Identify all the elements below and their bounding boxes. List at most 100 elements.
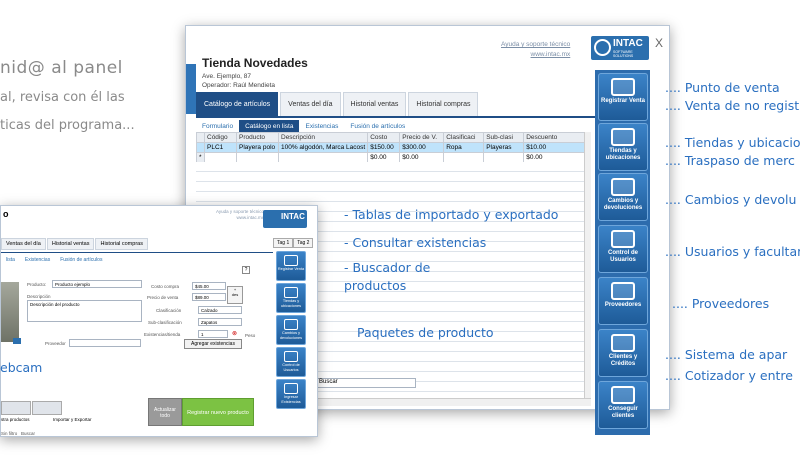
intro-line-2: al, revisa con él las <box>0 90 125 105</box>
add-stock-button[interactable]: Agregar existencias <box>184 339 242 349</box>
annotation-existencias: - Consultar existencias <box>344 235 487 250</box>
prev-button[interactable] <box>1 401 31 415</box>
col-costo[interactable]: Costo <box>367 132 401 143</box>
handshake-icon <box>611 386 635 404</box>
annotation-usuarios: .... Usuarios y facultam <box>665 244 800 259</box>
truck-icon <box>611 282 635 300</box>
store-operator: Operador: Raúl Mendieta <box>202 82 275 89</box>
small-subtabs: lista Existencias Fusión de artículos <box>6 257 103 263</box>
annotation-paquetes: Paquetes de producto <box>357 325 494 340</box>
col-clasificacion[interactable]: Clasificaci <box>443 132 485 143</box>
tab-ventas-dia[interactable]: Ventas del día <box>280 92 341 116</box>
register-product-button[interactable]: Registrar nuevo producto <box>182 398 254 426</box>
help-button[interactable]: ? <box>242 266 250 274</box>
annotation-punto-venta: .... Punto de venta <box>665 80 780 95</box>
col-producto[interactable]: Producto <box>236 132 279 143</box>
stock-field[interactable]: 1 <box>198 330 228 338</box>
store-address: Ave. Ejemplo, 87 <box>202 73 252 80</box>
small-top-links: Ayuda y soporte técnico www.intac.mx <box>216 209 264 220</box>
annotation-tiendas: .... Tiendas y ubicacio <box>665 135 800 150</box>
cambiar-tab[interactable]: Cambiar <box>166 64 196 114</box>
tab-historial-ventas[interactable]: Historial ventas <box>46 238 95 250</box>
top-links: Ayuda y soporte técnico www.intac.mx <box>501 40 570 60</box>
camera-icon[interactable] <box>13 338 21 344</box>
refresh-all-button[interactable]: Actualizar todo <box>148 398 182 426</box>
nav-control-usuarios[interactable]: Control de Usuarios <box>276 347 306 377</box>
annotation-webcam: ebcam <box>0 360 43 375</box>
user-lock-icon <box>284 351 298 362</box>
tab-historial-compras[interactable]: Historial compras <box>95 238 148 250</box>
filter-search-input[interactable]: Buscar <box>316 378 416 388</box>
classification-select[interactable]: Calzado <box>198 306 242 314</box>
remove-icon[interactable]: ⊗ <box>232 330 237 337</box>
price-field[interactable]: $89.00 <box>192 293 226 301</box>
exchange-icon <box>611 178 635 196</box>
intro-line-3: ticas del programa... <box>0 118 135 133</box>
cash-register-icon <box>611 78 635 96</box>
nav-registrar-venta[interactable]: Registrar Venta <box>598 73 648 121</box>
tab-historial-ventas[interactable]: Historial ventas <box>342 92 407 116</box>
nav-registrar-venta[interactable]: Registrar Venta <box>276 251 306 281</box>
annotation-apartado: .... Sistema de apar <box>665 347 788 362</box>
cost-field[interactable]: $45.00 <box>192 282 226 290</box>
annotation-proveedores: .... Proveedores <box>672 296 770 311</box>
nav-cambios[interactable]: Cambios y devoluciones <box>276 315 306 345</box>
nav-ingresar-existencias[interactable]: Ingresar Existencias <box>276 379 306 409</box>
annotation-cotizador: .... Cotizador y entre <box>665 368 793 383</box>
col-precio[interactable]: Precio de V. <box>399 132 445 143</box>
nav-tiendas[interactable]: Tiendas y ubicaciones <box>276 283 306 313</box>
new-row-icon: * <box>196 152 205 163</box>
table-row[interactable]: * $0.00 $0.00 $0.00 <box>196 152 591 163</box>
nav-cambios[interactable]: Cambios y devoluciones <box>598 173 648 221</box>
annotation-tablas: - Tablas de importado y exportado <box>344 207 559 222</box>
description-field[interactable]: Descripción del producto <box>27 300 142 322</box>
col-codigo[interactable]: Código <box>204 132 237 143</box>
nav-control-usuarios[interactable]: Control de Usuarios <box>598 225 648 273</box>
annotation-traspaso: .... Traspaso de merc <box>665 153 795 168</box>
col-descripcion[interactable]: Descripción <box>277 132 369 143</box>
product-photo <box>1 282 19 342</box>
website-link[interactable]: www.intac.mx <box>501 50 571 60</box>
window-title: o <box>3 209 9 219</box>
close-button[interactable]: X <box>655 36 663 50</box>
vendor-select[interactable] <box>69 339 141 347</box>
price-stepper[interactable]: + des <box>227 286 243 304</box>
subclassification-select[interactable]: Zapatos <box>198 318 242 326</box>
store-name: Tienda Novedades <box>202 56 308 70</box>
tab-ventas-dia[interactable]: Ventas del día <box>1 238 46 250</box>
nav-proveedores[interactable]: Proveedores <box>598 277 648 325</box>
tab-catalogo[interactable]: Catálogo de artículos <box>196 92 279 116</box>
import-export-button[interactable]: Importar y Exportar <box>53 417 92 422</box>
col-subclasificacion[interactable]: Sub-clasi <box>483 132 525 143</box>
nav-tiendas[interactable]: Tiendas y ubicaciones <box>598 123 648 171</box>
store-icon <box>611 128 635 146</box>
intro-line-1: nid@ al panel <box>0 58 123 78</box>
annotation-cambios: .... Cambios y devolu <box>665 192 797 207</box>
annotation-buscador: - Buscador de <box>344 260 431 275</box>
tab-historial-compras[interactable]: Historial compras <box>408 92 479 116</box>
nav-conseguir-clientes[interactable]: Conseguir clientes <box>598 381 648 429</box>
main-tabs: Catálogo de artículos Ventas del día His… <box>196 92 480 116</box>
table-vertical-scrollbar[interactable] <box>584 132 591 398</box>
help-link[interactable]: Ayuda y soporte técnico <box>501 40 570 50</box>
annotation-venta-no-registrada: .... Venta de no regist <box>665 98 800 113</box>
col-descuento[interactable]: Descuento <box>523 132 591 143</box>
nav-clientes-creditos[interactable]: Clientes y Créditos <box>598 329 648 377</box>
catalog-table: Código Producto Descripción Costo Precio… <box>196 132 591 163</box>
tab-underline <box>196 116 601 118</box>
cash-register-icon <box>284 255 298 266</box>
play-icon <box>594 39 611 56</box>
exchange-icon <box>284 319 298 330</box>
footer-filter: Sin filtro Buscar <box>1 431 36 436</box>
intac-logo: INTAC SOFTWARE SOLUTIONS <box>591 36 649 60</box>
product-name-field[interactable]: Producto ejemplo <box>52 280 142 288</box>
small-tab-underline <box>1 252 273 253</box>
product-form-window: o Ayuda y soporte técnico www.intac.mx I… <box>0 205 318 437</box>
store-icon <box>284 287 298 298</box>
table-row[interactable]: PLC1 Playera polo 100% algodón, Marca La… <box>196 142 591 153</box>
calendar-icon <box>611 334 635 352</box>
table-header: Código Producto Descripción Costo Precio… <box>196 132 591 143</box>
small-tabs: Ventas del día Historial ventas Historia… <box>1 238 149 250</box>
annotation-productos: productos <box>344 278 407 293</box>
next-button[interactable] <box>32 401 62 415</box>
